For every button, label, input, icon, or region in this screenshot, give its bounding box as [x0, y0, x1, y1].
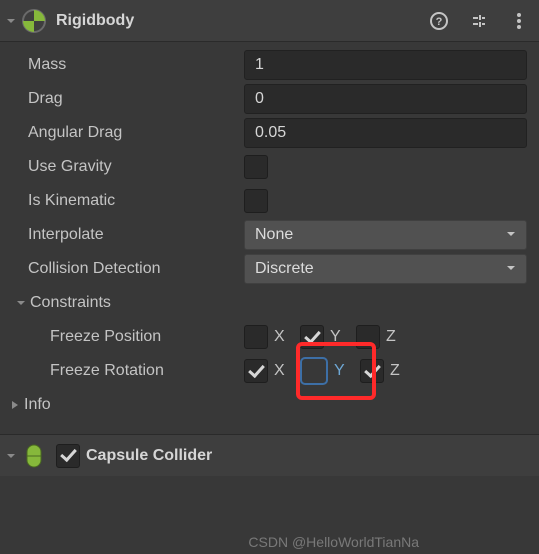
freeze-rot-y-checkbox[interactable] — [300, 357, 328, 385]
watermark-text: CSDN @HelloWorldTianNa — [248, 534, 419, 550]
axis-x-label: X — [274, 328, 294, 346]
is-kinematic-checkbox[interactable] — [244, 189, 268, 213]
capsule-collider-icon — [20, 442, 48, 470]
angular-drag-label: Angular Drag — [0, 124, 244, 142]
axis-x-label: X — [274, 362, 294, 380]
freeze-pos-x-checkbox[interactable] — [244, 325, 268, 349]
help-icon[interactable]: ? — [429, 11, 449, 31]
axis-z-label: Z — [386, 328, 406, 346]
svg-text:?: ? — [436, 16, 443, 28]
foldout-toggle[interactable] — [4, 451, 18, 461]
interpolate-select[interactable]: None — [244, 220, 527, 250]
drag-label: Drag — [0, 90, 244, 108]
constraints-foldout[interactable]: Constraints — [0, 294, 244, 312]
use-gravity-checkbox[interactable] — [244, 155, 268, 179]
mass-label: Mass — [0, 56, 244, 74]
component-title: Rigidbody — [56, 12, 429, 30]
freeze-position-label: Freeze Position — [0, 328, 244, 346]
collision-detection-value: Discrete — [255, 260, 314, 278]
info-foldout[interactable]: Info — [0, 396, 244, 414]
angular-drag-input[interactable] — [244, 118, 527, 148]
freeze-rot-z-checkbox[interactable] — [360, 359, 384, 383]
component-title: Capsule Collider — [86, 447, 529, 465]
constraints-label: Constraints — [30, 294, 111, 312]
freeze-rotation-label: Freeze Rotation — [0, 362, 244, 380]
drag-input[interactable] — [244, 84, 527, 114]
interpolate-label: Interpolate — [0, 226, 244, 244]
is-kinematic-label: Is Kinematic — [0, 192, 244, 210]
freeze-pos-y-checkbox[interactable] — [300, 325, 324, 349]
interpolate-value: None — [255, 226, 293, 244]
foldout-toggle[interactable] — [4, 16, 18, 26]
menu-icon[interactable] — [509, 11, 529, 31]
freeze-rot-x-checkbox[interactable] — [244, 359, 268, 383]
chevron-down-icon — [506, 260, 516, 278]
mass-input[interactable] — [244, 50, 527, 80]
rigidbody-icon — [20, 7, 48, 35]
collision-detection-select[interactable]: Discrete — [244, 254, 527, 284]
collision-detection-label: Collision Detection — [0, 260, 244, 278]
freeze-pos-z-checkbox[interactable] — [356, 325, 380, 349]
axis-y-label: Y — [330, 328, 350, 346]
use-gravity-label: Use Gravity — [0, 158, 244, 176]
chevron-down-icon — [506, 226, 516, 244]
capsule-collider-enable-checkbox[interactable] — [56, 444, 80, 468]
axis-z-label: Z — [390, 362, 410, 380]
preset-icon[interactable] — [469, 11, 489, 31]
axis-y-label: Y — [334, 362, 354, 380]
info-label: Info — [24, 396, 51, 414]
